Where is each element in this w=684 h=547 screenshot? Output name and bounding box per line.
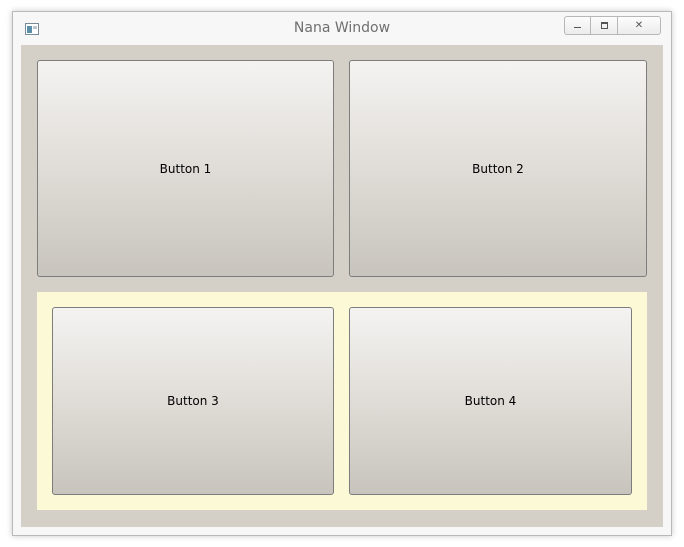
- yellow-panel: Button 3 Button 4: [37, 292, 647, 510]
- button-2[interactable]: Button 2: [349, 60, 647, 277]
- close-button[interactable]: ✕: [617, 16, 661, 35]
- button-3-label: Button 3: [167, 394, 219, 408]
- button-3[interactable]: Button 3: [52, 307, 334, 495]
- maximize-icon: [600, 22, 608, 29]
- close-icon: ✕: [634, 20, 644, 31]
- maximize-button[interactable]: [591, 16, 617, 35]
- button-4[interactable]: Button 4: [349, 307, 632, 495]
- button-4-label: Button 4: [464, 394, 517, 408]
- nana-window: Nana Window ✕ Button 1 Button 2 Button 3: [12, 11, 672, 536]
- minimize-button[interactable]: [564, 16, 591, 35]
- button-1[interactable]: Button 1: [37, 60, 334, 277]
- minimize-icon: [574, 26, 581, 28]
- client-area: Button 1 Button 2 Button 3 Button 4: [21, 45, 663, 527]
- button-2-label: Button 2: [472, 161, 524, 176]
- title-bar[interactable]: Nana Window ✕: [13, 12, 671, 45]
- button-1-label: Button 1: [159, 161, 212, 176]
- caption-buttons: ✕: [564, 16, 661, 35]
